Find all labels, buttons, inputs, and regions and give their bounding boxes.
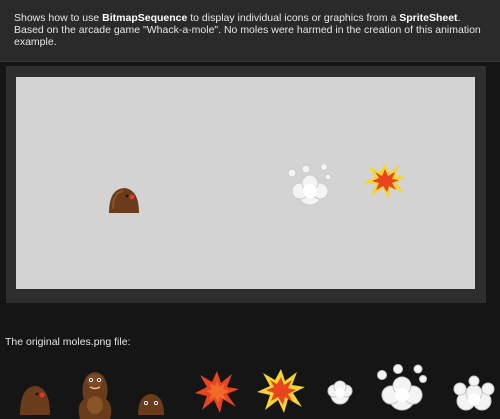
spritesheet-preview <box>0 357 500 419</box>
explosion-icon <box>363 163 407 198</box>
explosion-red-icon <box>195 371 239 413</box>
spritesheet-caption: The original moles.png file: <box>5 336 131 348</box>
bitmapsequence-term: BitmapSequence <box>102 12 188 24</box>
smoke-puff-icon <box>287 163 332 206</box>
description-panel: Shows how to use BitmapSequence to displ… <box>0 0 500 62</box>
animation-canvas[interactable] <box>16 77 475 289</box>
smoke-large-icon <box>377 364 427 411</box>
mole-standing-icon <box>78 372 112 419</box>
smoke-small-icon <box>327 380 353 405</box>
description-text: Shows how to use BitmapSequence to displ… <box>14 12 484 48</box>
mole-small-icon <box>20 386 50 415</box>
explosion-yellow-icon <box>257 369 305 413</box>
canvas-frame <box>6 66 486 303</box>
description-part-1: Shows how to use <box>14 12 103 24</box>
smoke-cluster-icon <box>453 375 495 411</box>
spritesheet-term: SpriteSheet <box>399 12 458 24</box>
mole-icon[interactable] <box>107 185 141 215</box>
mole-peeking-icon <box>138 394 164 415</box>
description-part-2: to display individual icons or graphics … <box>187 12 400 24</box>
